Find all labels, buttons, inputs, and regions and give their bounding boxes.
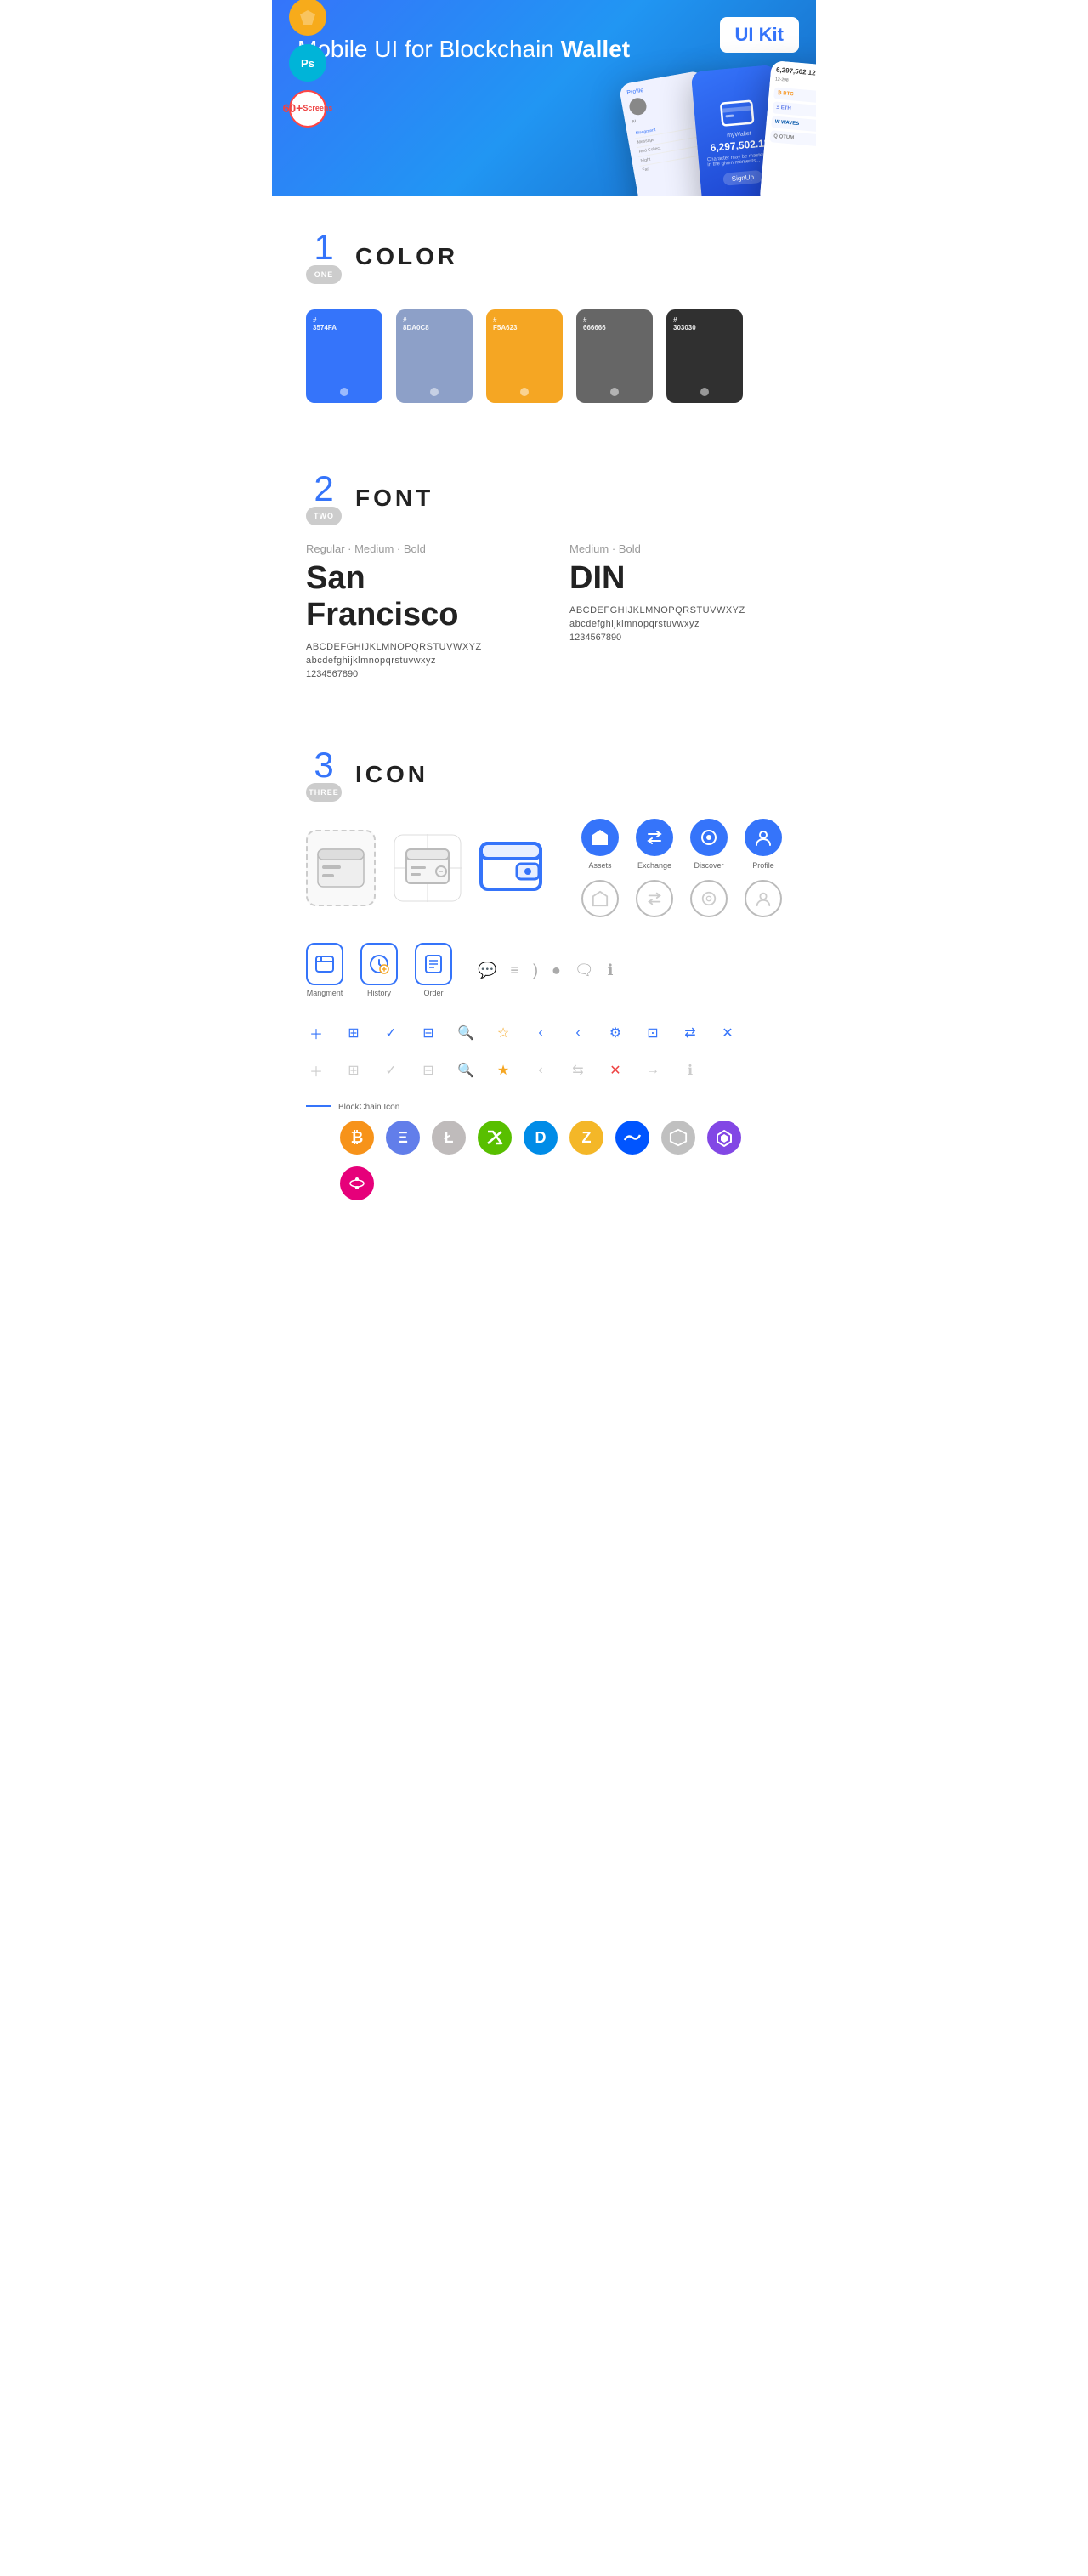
- icon-profile: Profile: [745, 819, 782, 870]
- icon-discover-outline: [690, 880, 728, 917]
- color-section-header: 1 ONE COLOR: [272, 196, 816, 301]
- photoshop-badge: Ps: [289, 44, 326, 82]
- main-content: 1 ONE COLOR #3574FA #8DA0C8 #F5A623 #666…: [272, 196, 816, 1268]
- color-card-orange: #F5A623: [486, 309, 563, 403]
- icon-forward-ghost: →: [643, 1060, 663, 1081]
- small-icons-row-2: ＋ ⊞ ✓ ⊟ 🔍 ★ ‹ ⇆ ✕ → ℹ: [306, 1052, 782, 1089]
- screen-count-badge: 60+ Screens: [289, 90, 326, 128]
- icon-star-ghost: ★: [493, 1060, 513, 1081]
- icon-info-ghost: ℹ: [680, 1060, 700, 1081]
- icon-eth-hex: [661, 1121, 695, 1155]
- color-grid: #3574FA #8DA0C8 #F5A623 #666666 #303030: [272, 301, 816, 437]
- icon-polkadot: [340, 1166, 374, 1200]
- icon-chat: 💬: [478, 962, 496, 979]
- icon-upload: ⊡: [643, 1023, 663, 1043]
- section-number-2: 2 TWO: [306, 471, 342, 525]
- icon-mangment: Mangment: [306, 943, 343, 997]
- color-card-blue: #3574FA: [306, 309, 382, 403]
- color-card-gray: #666666: [576, 309, 653, 403]
- blockchain-divider: [306, 1105, 332, 1107]
- icon-share-ghost: ⇆: [568, 1060, 588, 1081]
- icon-search-ghost: 🔍: [456, 1060, 476, 1081]
- icon-settings: ⚙: [605, 1023, 626, 1043]
- icon-order: Order: [415, 943, 452, 997]
- icon-outline-row: [581, 880, 782, 917]
- icon-main-row: Assets Exchange Discover: [306, 819, 782, 917]
- icon-close-ghost: ✕: [605, 1060, 626, 1081]
- icon-matic: [707, 1121, 741, 1155]
- section-number-1: 1 ONE: [306, 230, 342, 284]
- font-section: Regular · Medium · Bold San Francisco AB…: [272, 542, 816, 713]
- hero-section: Mobile UI for Blockchain Wallet UI Kit P…: [272, 0, 816, 196]
- icon-check-ghost: ✓: [381, 1060, 401, 1081]
- icon-section: Assets Exchange Discover: [272, 819, 816, 1268]
- icon-document-ghost: ⊞: [343, 1060, 364, 1081]
- icon-assets-outline: [581, 880, 619, 917]
- icon-close: ✕: [717, 1023, 738, 1043]
- icon-history: History: [360, 943, 398, 997]
- crypto-icons-row: ₿ Ξ Ł D Z: [306, 1121, 782, 1234]
- icon-exchange: Exchange: [636, 819, 673, 870]
- icon-share: ‹: [568, 1023, 588, 1043]
- app-icon-row: Mangment History Order 💬 ≡ ): [306, 943, 782, 997]
- icon-dash: D: [524, 1121, 558, 1155]
- icon-named-group: Assets Exchange Discover: [581, 819, 782, 917]
- misc-icons-row: 💬 ≡ ) ● 🗨 ℹ: [478, 962, 614, 979]
- icon-section-header: 3 THREE ICON: [272, 713, 816, 819]
- icon-document-add: ⊞: [343, 1023, 364, 1043]
- icon-assets: Assets: [581, 819, 619, 870]
- icon-search: 🔍: [456, 1023, 476, 1043]
- tool-badges: Ps 60+ Screens: [289, 0, 326, 128]
- icon-grid: ⊟: [418, 1023, 439, 1043]
- icon-litecoin: Ł: [432, 1121, 466, 1155]
- icon-circle: ●: [552, 962, 561, 979]
- icon-zcash: Z: [570, 1121, 604, 1155]
- icon-ethereum: Ξ: [386, 1121, 420, 1155]
- font-grid: Regular · Medium · Bold San Francisco AB…: [306, 542, 782, 679]
- blockchain-icon-header: BlockChain Icon: [306, 1089, 782, 1121]
- color-card-gray-blue: #8DA0C8: [396, 309, 473, 403]
- icon-wireframe-1: [306, 830, 376, 906]
- icon-star-active: ☆: [493, 1023, 513, 1043]
- icon-check: ✓: [381, 1023, 401, 1043]
- sketch-badge: [289, 0, 326, 36]
- icon-grid-ghost: ⊟: [418, 1060, 439, 1081]
- icon-named-top-row: Assets Exchange Discover: [581, 819, 782, 870]
- icon-bitcoin: ₿: [340, 1121, 374, 1155]
- phone-mockups: Profile AI Mangment Message Red Collect …: [476, 43, 816, 196]
- icon-waves: [615, 1121, 649, 1155]
- font-col-din: Medium · Bold DIN ABCDEFGHIJKLMNOPQRSTUV…: [570, 542, 782, 679]
- icon-blue-wallet: [479, 837, 547, 900]
- icon-wireframe-2: [393, 830, 462, 906]
- section-number-3: 3 THREE: [306, 747, 342, 802]
- icon-back: ‹: [530, 1023, 551, 1043]
- icon-plus: ＋: [306, 1023, 326, 1043]
- icon-back-ghost: ‹: [530, 1060, 551, 1081]
- icon-plus-ghost: ＋: [306, 1060, 326, 1081]
- icon-profile-outline: [745, 880, 782, 917]
- icon-exchange-outline: [636, 880, 673, 917]
- icon-layers: ≡: [510, 962, 519, 979]
- color-card-dark: #303030: [666, 309, 743, 403]
- icon-moon: ): [533, 962, 538, 979]
- icon-neo: [478, 1121, 512, 1155]
- icon-discover: Discover: [690, 819, 728, 870]
- font-col-sf: Regular · Medium · Bold San Francisco AB…: [306, 542, 518, 679]
- small-icons-row-1: ＋ ⊞ ✓ ⊟ 🔍 ☆ ‹ ‹ ⚙ ⊡ ⇄ ✕: [306, 1014, 782, 1052]
- font-section-header: 2 TWO FONT: [272, 437, 816, 542]
- icon-transfer: ⇄: [680, 1023, 700, 1043]
- icon-info: ℹ: [608, 962, 614, 979]
- icon-speech: 🗨: [575, 962, 594, 979]
